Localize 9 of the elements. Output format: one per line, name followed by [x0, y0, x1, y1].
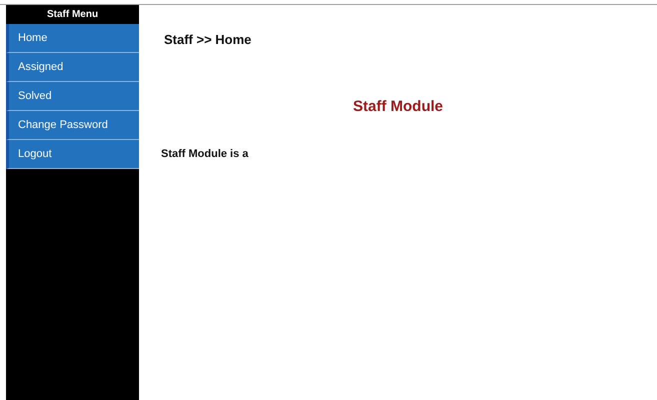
description-text: Staff Module is a [161, 147, 250, 162]
sidebar-item[interactable]: Home [6, 24, 139, 53]
sidebar-item[interactable]: Logout [6, 140, 139, 169]
sidebar-item[interactable]: Change Password [6, 111, 139, 140]
sidebar-title: Staff Menu [46, 8, 100, 22]
page-heading: Staff Module [352, 96, 444, 116]
sidebar-item[interactable]: Solved [6, 82, 139, 111]
sidebar-item[interactable]: Assigned [6, 53, 139, 82]
breadcrumb: Staff >> Home [164, 31, 252, 49]
